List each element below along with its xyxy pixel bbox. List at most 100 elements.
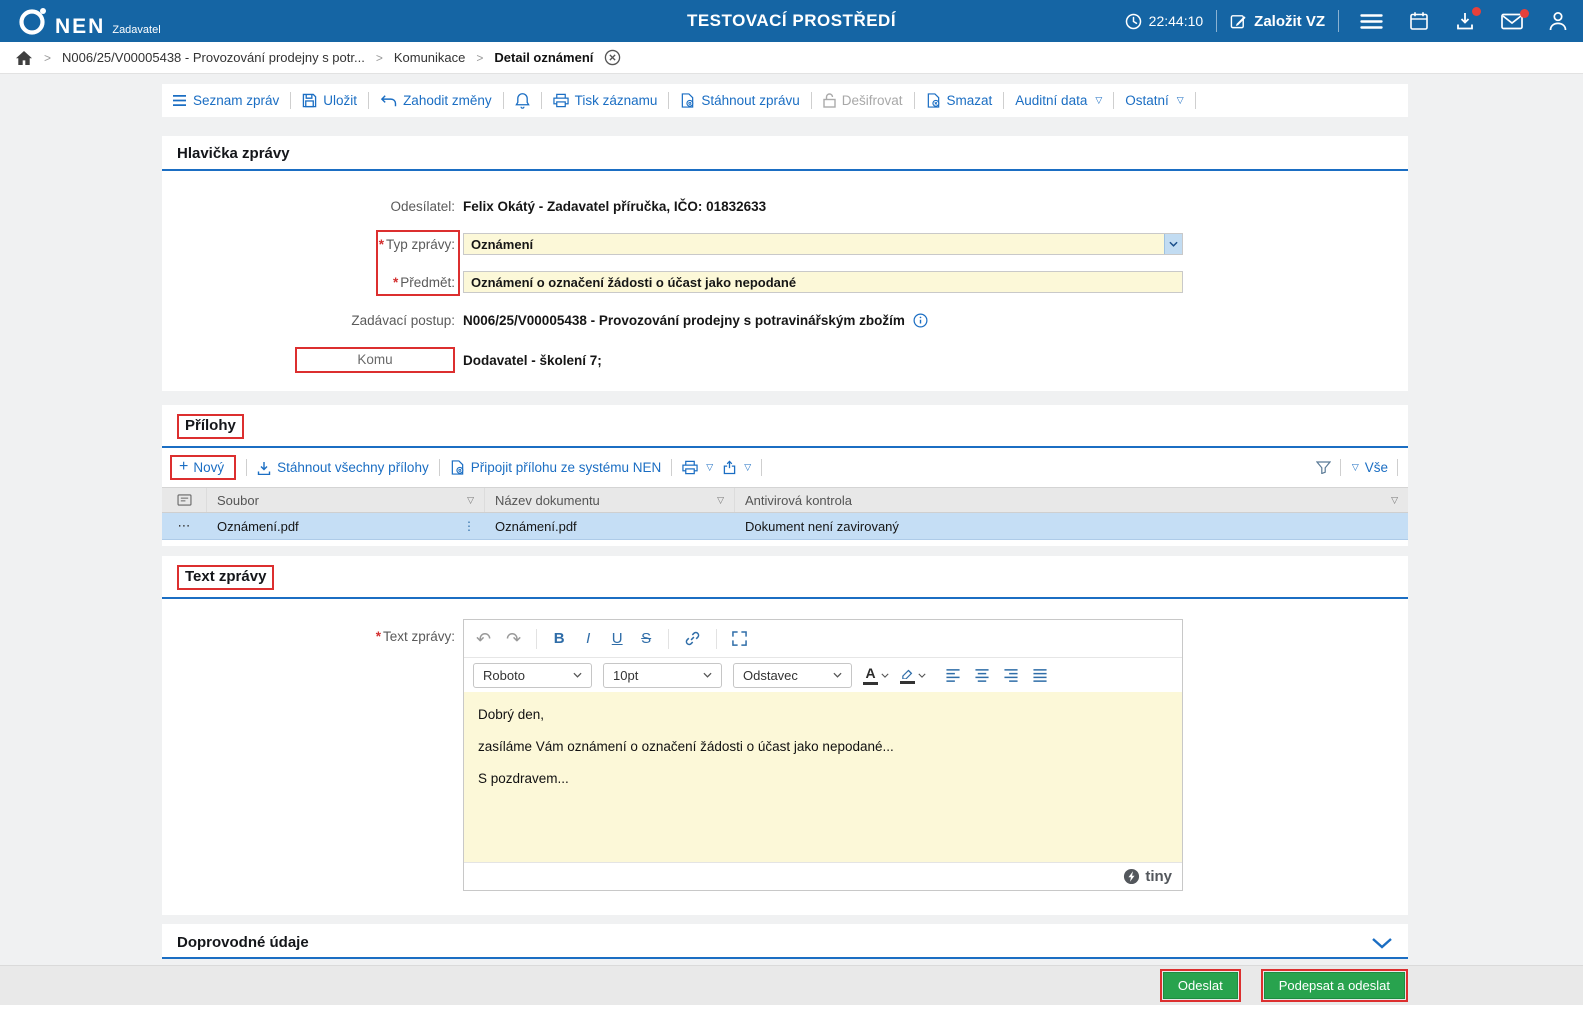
export-icon [723, 460, 736, 475]
align-justify-icon[interactable] [1032, 668, 1048, 683]
other-label: Ostatní [1125, 93, 1169, 108]
separator [536, 628, 538, 649]
nen-brand[interactable]: NEN Zadavatel [16, 5, 161, 37]
export-attachments-button[interactable]: ▽ [723, 460, 751, 475]
save-button[interactable]: Uložit [302, 93, 357, 108]
separator [668, 628, 670, 649]
underline-button[interactable]: U [610, 630, 624, 647]
other-button[interactable]: Ostatní ▽ [1125, 93, 1183, 108]
align-left-icon[interactable] [945, 668, 961, 683]
download-all-label: Stáhnout všechny přílohy [277, 460, 429, 475]
tiny-logo-label[interactable]: tiny [1145, 868, 1172, 885]
filter-icon[interactable] [1315, 461, 1331, 474]
decrypt-label: Dešifrovat [841, 93, 903, 108]
column-header-antivirus[interactable]: Antivirová kontrola ▽ [735, 488, 1408, 512]
rich-text-editor: ↶ ↷ B I U S Roboto 10pt Odstavec A Dobrý… [463, 619, 1183, 891]
column-header-file[interactable]: Soubor ▽ [207, 488, 485, 512]
redo-icon[interactable]: ↷ [506, 630, 521, 648]
breadcrumb-separator: > [476, 50, 484, 65]
download-message-button[interactable]: Stáhnout zprávu [680, 93, 800, 108]
subject-row: * Předmět: Oznámení o označení žádosti o … [177, 271, 1393, 293]
breadcrumb-item-current: Detail oznámení [494, 50, 594, 65]
align-right-icon[interactable] [1003, 668, 1019, 683]
top-header: NEN Zadavatel TESTOVACÍ PROSTŘEDÍ 22:44:… [0, 0, 1583, 42]
attachment-row[interactable]: ⋯ Oznámení.pdf ⋮ Oznámení.pdf Dokument n… [162, 513, 1408, 540]
downloads-icon[interactable] [1455, 7, 1481, 31]
filter-caret-icon[interactable]: ▽ [1391, 495, 1398, 506]
grid-settings-header[interactable] [162, 488, 207, 512]
filter-caret-icon[interactable]: ▽ [467, 495, 474, 506]
recipient-value: Dodavatel - školení 7; [463, 352, 602, 368]
create-vz-button[interactable]: Založit VZ [1230, 13, 1325, 30]
sender-row: Odesílatel: Felix Okátý - Zadavatel přír… [177, 195, 1393, 217]
bold-button[interactable]: B [552, 630, 566, 647]
profile-icon[interactable] [1549, 11, 1567, 31]
select-dropdown-button[interactable] [1164, 234, 1182, 254]
filter-all-dropdown[interactable]: ▽ Vše [1350, 460, 1388, 475]
fullscreen-icon[interactable] [732, 631, 747, 646]
breadcrumb: > N006/25/V00005438 - Provozování prodej… [0, 42, 1583, 74]
expand-chevron-icon[interactable] [1371, 937, 1393, 949]
messages-icon[interactable] [1501, 8, 1529, 30]
font-family-dropdown[interactable]: Roboto [473, 662, 592, 688]
recipient-row: Komu Dodavatel - školení 7; [177, 347, 1393, 373]
caret-down-icon: ▽ [1176, 95, 1184, 105]
attachments-table-header: Soubor ▽ Název dokumentu ▽ Antivirová ko… [162, 487, 1408, 513]
filter-caret-icon[interactable]: ▽ [717, 495, 724, 506]
column-header-doc-name[interactable]: Název dokumentu ▽ [485, 488, 735, 512]
close-icon[interactable] [604, 49, 621, 66]
subject-input[interactable]: Oznámení o označení žádosti o účast jako… [463, 271, 1183, 293]
breadcrumb-item-procedure[interactable]: N006/25/V00005438 - Provozování prodejny… [62, 50, 365, 65]
message-text-editor-content[interactable]: Dobrý den, zasíláme Vám oznámení o označ… [464, 692, 1182, 862]
attach-from-nen-button[interactable]: Připojit přílohu ze systému NEN [450, 460, 661, 475]
message-header-form: Odesílatel: Felix Okátý - Zadavatel přír… [162, 171, 1408, 391]
italic-button[interactable]: I [581, 630, 595, 647]
message-text-line: Dobrý den, [478, 707, 545, 722]
plus-icon: + [179, 458, 189, 475]
calendar-icon[interactable] [1409, 11, 1429, 31]
font-size-dropdown[interactable]: 10pt [603, 662, 722, 688]
print-record-button[interactable]: Tisk záznamu [552, 93, 658, 108]
undo-icon[interactable]: ↶ [476, 630, 491, 648]
align-center-icon[interactable] [974, 668, 990, 683]
message-type-select[interactable]: Oznámení [463, 233, 1183, 255]
message-type-value: Oznámení [471, 236, 534, 252]
sign-and-send-button[interactable]: Podepsat a odeslat [1263, 972, 1405, 999]
list-icon [172, 94, 187, 107]
separator [671, 459, 673, 476]
separator [438, 459, 440, 476]
row-menu-icon[interactable]: ⋯ [178, 518, 192, 534]
block-format-dropdown[interactable]: Odstavec [733, 662, 852, 688]
separator [761, 459, 763, 476]
record-toolbar: Seznam zpráv Uložit Zahodit změny Tisk z… [162, 84, 1408, 117]
delete-label: Smazat [946, 93, 993, 108]
sender-value: Felix Okátý - Zadavatel příručka, IČO: 0… [463, 198, 767, 214]
printer-icon [682, 460, 698, 475]
message-list-button[interactable]: Seznam zpráv [172, 93, 279, 108]
font-color-letter: A [865, 664, 876, 681]
separator [810, 92, 812, 109]
notifications-bell-button[interactable] [514, 92, 530, 109]
strikethrough-button[interactable]: S [639, 630, 653, 647]
print-record-label: Tisk záznamu [574, 93, 658, 108]
info-icon[interactable] [913, 313, 928, 328]
link-icon[interactable] [684, 630, 701, 647]
discard-changes-label: Zahodit změny [403, 93, 492, 108]
annotation-box-attachments-title: Přílohy [177, 414, 244, 439]
new-attachment-button[interactable]: + Nový [170, 455, 237, 480]
audit-data-button[interactable]: Auditní data ▽ [1015, 93, 1102, 108]
home-icon[interactable] [15, 50, 33, 66]
separator [290, 92, 292, 109]
caret-down-icon: ▽ [1095, 95, 1103, 105]
menu-icon[interactable] [1360, 13, 1383, 30]
section-title: Přílohy [185, 417, 236, 434]
breadcrumb-item-communication[interactable]: Komunikace [394, 50, 466, 65]
send-button[interactable]: Odeslat [1162, 972, 1238, 999]
font-color-button[interactable]: A [863, 666, 889, 685]
delete-button[interactable]: Smazat [926, 93, 993, 108]
discard-changes-button[interactable]: Zahodit změny [380, 93, 492, 108]
print-attachments-button[interactable]: ▽ [682, 460, 713, 475]
highlight-color-button[interactable] [900, 667, 926, 684]
drag-handle-icon[interactable]: ⋮ [463, 519, 475, 533]
download-all-attachments-button[interactable]: Stáhnout všechny přílohy [257, 460, 429, 475]
